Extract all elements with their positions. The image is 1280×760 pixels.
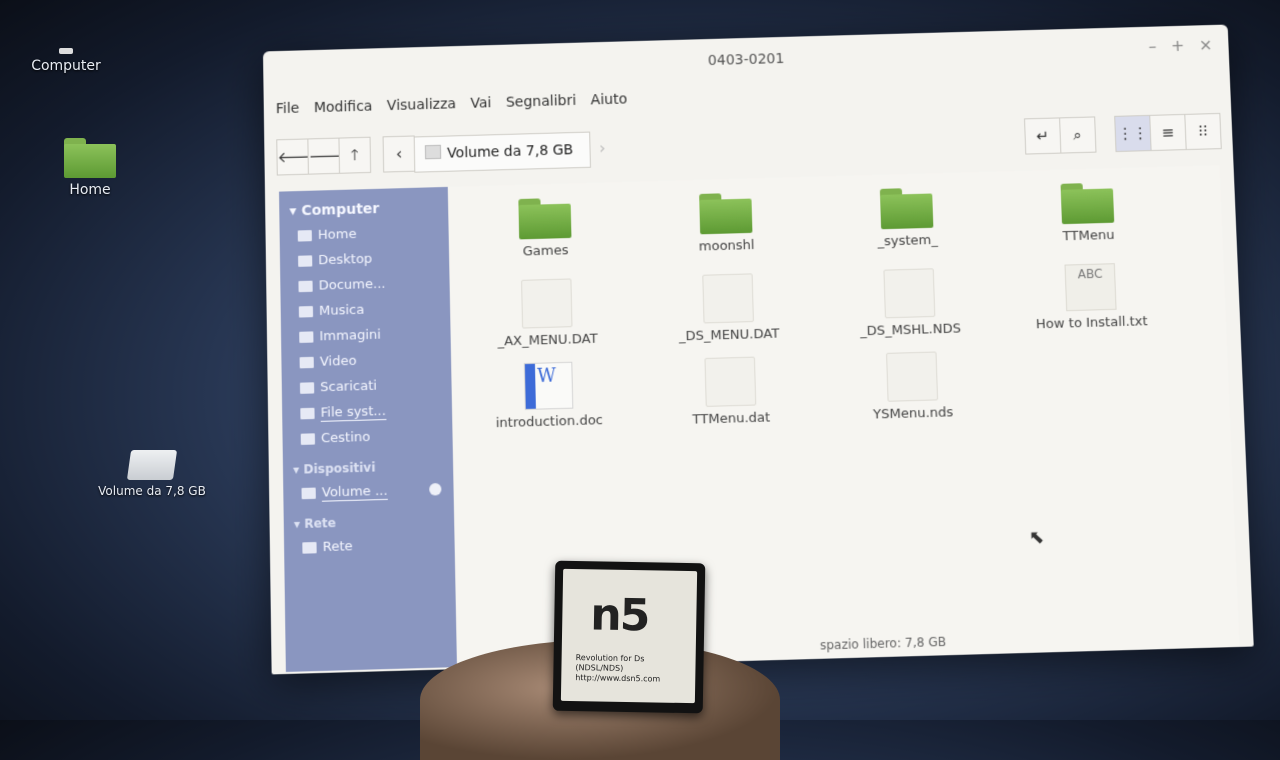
search-icon: ⌕	[1073, 125, 1083, 145]
compact-view-button[interactable]: ⁝⁝	[1184, 112, 1222, 151]
menu-file[interactable]: File	[276, 101, 300, 118]
file-item[interactable]: TTMenu.dat	[664, 355, 797, 428]
generic-file-icon	[886, 351, 939, 402]
sidebar-computer-header[interactable]: ▾ Computer	[279, 187, 448, 224]
file-item[interactable]: moonshl	[660, 191, 792, 255]
grid-icon: ⋮⋮	[1117, 123, 1149, 143]
view-controls: ↵ ⌕ ⋮⋮ ≡ ⁝⁝	[1023, 112, 1222, 155]
trash-icon	[300, 433, 316, 445]
menu-aiuto[interactable]: Aiuto	[591, 91, 628, 108]
sidebar-item-trash[interactable]: Cestino	[282, 422, 452, 452]
desktop-icon	[298, 255, 313, 267]
file-item[interactable]: Games	[479, 196, 611, 260]
minimize-button[interactable]: –	[1148, 37, 1157, 56]
path-forward-button[interactable]: ›	[590, 131, 615, 166]
path-back-button[interactable]: ‹	[382, 135, 416, 173]
desktop-computer-label: Computer	[31, 58, 101, 74]
menu-vai[interactable]: Vai	[470, 95, 491, 112]
text-file-icon: ABC	[1064, 263, 1117, 312]
folder-icon	[518, 198, 572, 240]
maximize-button[interactable]: +	[1171, 36, 1185, 55]
icon-view-button[interactable]: ⋮⋮	[1114, 114, 1152, 153]
filesystem-icon	[300, 407, 315, 420]
pictures-folder-icon	[299, 331, 314, 343]
card-subtitle: Revolution for Ds (NDSL/NDS) http://www.…	[575, 653, 661, 684]
window-title: 0403-0201	[707, 50, 785, 70]
downloads-folder-icon	[299, 382, 315, 394]
pathbar: ‹ Volume da 7,8 GB ›	[382, 130, 615, 173]
drive-icon	[424, 144, 442, 160]
mouse-pointer-icon: ⬉	[1028, 526, 1045, 549]
eject-icon[interactable]	[429, 482, 442, 496]
desktop-volume-icon[interactable]: Volume da 7,8 GB	[92, 450, 212, 498]
home-icon	[297, 230, 312, 242]
folder-icon	[1060, 182, 1115, 225]
search-button[interactable]: ⌕	[1058, 116, 1097, 154]
drive-icon	[126, 450, 178, 480]
menu-modifica[interactable]: Modifica	[314, 98, 373, 116]
sidebar-item-network[interactable]: Rete	[284, 531, 455, 562]
list-icon: ≡	[1161, 123, 1175, 142]
generic-file-icon	[883, 268, 936, 319]
game-card: n5 Revolution for Ds (NDSL/NDS) http://w…	[552, 560, 706, 714]
toggle-location-button[interactable]: ↵	[1023, 117, 1062, 155]
chevron-right-icon: ›	[598, 138, 606, 158]
forward-button[interactable]: 🡒	[307, 137, 349, 175]
file-item[interactable]: YSMenu.nds	[846, 350, 980, 423]
card-label: n5 Revolution for Ds (NDSL/NDS) http://w…	[560, 568, 698, 704]
status-bar: spazio libero: 7,8 GB	[819, 634, 947, 653]
file-item[interactable]: _DS_MSHL.NDS	[843, 267, 976, 340]
folder-icon	[879, 187, 934, 230]
close-button[interactable]: ×	[1199, 35, 1213, 54]
card-logo: n5	[589, 589, 649, 642]
path-crumb-label: Volume da 7,8 GB	[447, 142, 574, 162]
desktop-home-label: Home	[69, 182, 111, 198]
titlebar: 0403-0201 – + ×	[263, 25, 1229, 92]
home-folder-icon	[64, 138, 116, 178]
desktop-home-icon[interactable]: Home	[50, 138, 130, 198]
menu-segnalibri[interactable]: Segnalibri	[506, 93, 577, 111]
file-item[interactable]: ABC How to Install.txt	[1024, 262, 1157, 333]
documents-folder-icon	[298, 280, 313, 293]
file-item[interactable]: _system_	[841, 186, 974, 250]
computer-icon	[59, 48, 73, 54]
file-item[interactable]: _AX_MENU.DAT	[481, 277, 614, 350]
up-button[interactable]: 🡑	[338, 136, 372, 174]
sidebar-item-volume[interactable]: Volume ...	[283, 476, 454, 506]
path-crumb-current[interactable]: Volume da 7,8 GB	[413, 131, 591, 173]
chevron-left-icon: ‹	[395, 143, 403, 164]
file-item[interactable]: TTMenu	[1021, 181, 1154, 245]
music-folder-icon	[298, 306, 314, 318]
compact-list-icon: ⁝⁝	[1197, 122, 1209, 141]
generic-file-icon	[704, 356, 757, 407]
list-view-button[interactable]: ≡	[1149, 113, 1187, 152]
file-item[interactable]: W introduction.doc	[482, 361, 615, 432]
word-document-icon: W	[523, 361, 574, 410]
desktop-volume-label: Volume da 7,8 GB	[98, 484, 206, 498]
arrow-up-icon: 🡑	[350, 146, 359, 165]
generic-file-icon	[521, 278, 573, 329]
menubar: File Modifica Visualizza Vai Segnalibri …	[276, 91, 638, 117]
folder-icon	[699, 192, 753, 235]
file-item[interactable]: _DS_MENU.DAT	[662, 272, 795, 345]
file-manager-window: 0403-0201 – + × File Modifica Visualizza…	[262, 24, 1254, 675]
menu-visualizza[interactable]: Visualizza	[387, 96, 456, 114]
drive-icon	[301, 487, 316, 500]
back-button[interactable]: 🡐	[276, 138, 318, 176]
network-icon	[302, 541, 317, 554]
sidebar: ▾ Computer Home Desktop Docume... Musica…	[279, 186, 457, 672]
desktop-computer-icon[interactable]: Computer	[26, 48, 106, 74]
generic-file-icon	[702, 273, 754, 324]
video-folder-icon	[299, 356, 314, 369]
location-icon: ↵	[1035, 126, 1050, 146]
